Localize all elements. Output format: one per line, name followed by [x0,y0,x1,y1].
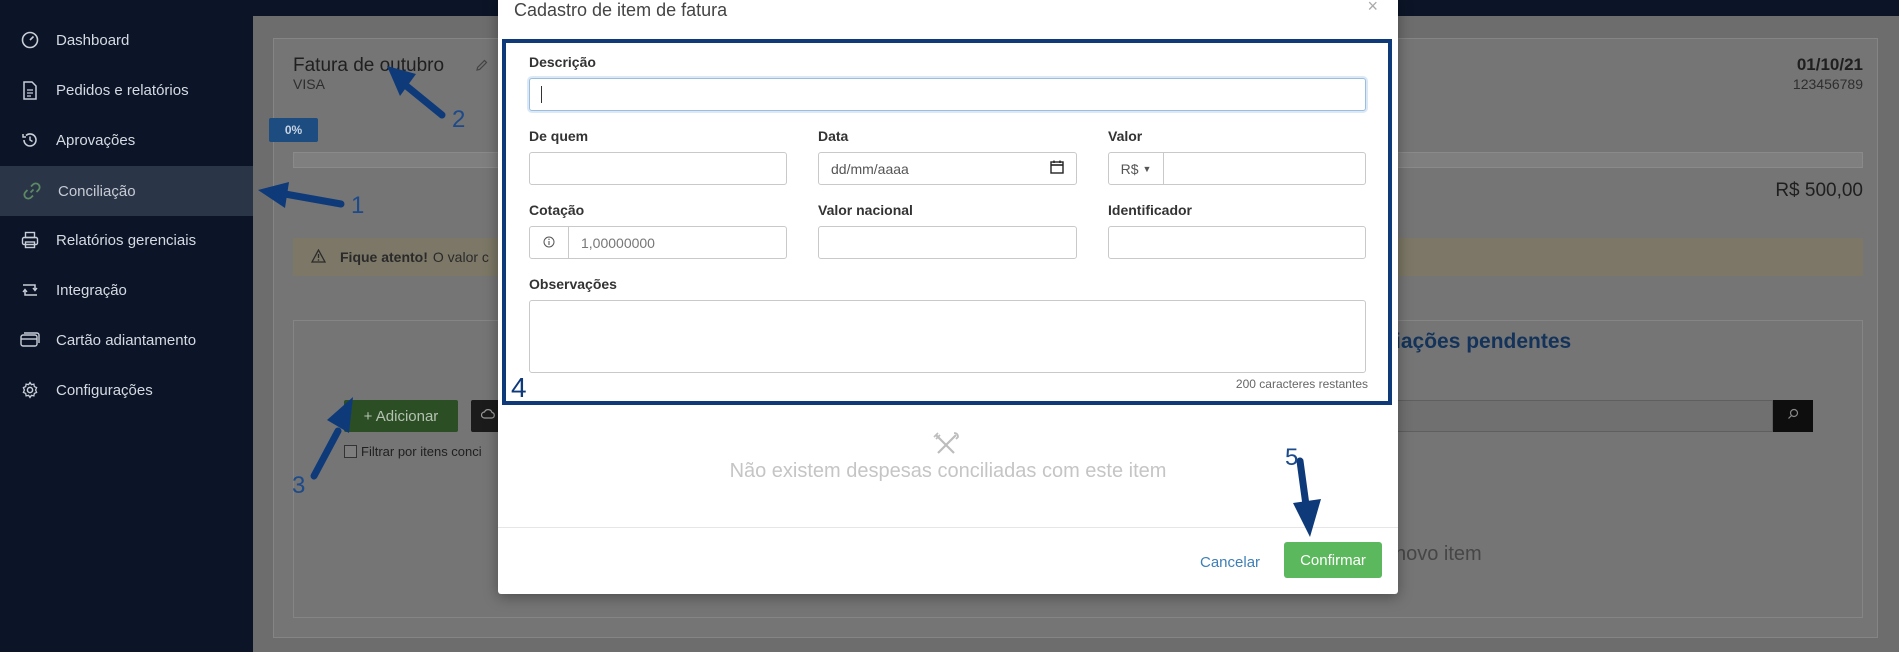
annotation-arrow-1 [258,182,345,208]
confirm-button[interactable]: Confirmar [1284,542,1382,578]
sidebar-item-cartao[interactable]: Cartão adiantamento [0,315,253,365]
annotation-number-3: 3 [292,472,306,499]
annotation-arrow-2 [387,66,446,119]
new-item-text: novo item [1395,543,1482,565]
annotation-box-4 [502,39,1392,405]
gear-icon [20,380,40,400]
document-icon [20,80,40,100]
sidebar-item-configuracoes[interactable]: Configurações [0,365,253,415]
invoice-amount: R$ 500,00 [1775,180,1863,201]
sync-icon [20,280,40,300]
sidebar-item-integracao[interactable]: Integração [0,265,253,315]
sidebar-item-label: Integração [56,281,127,299]
invoice-number: 123456789 [1792,76,1863,92]
modal-footer-divider [498,527,1398,528]
modal-title: Cadastro de item de fatura [514,0,728,20]
sidebar-item-conciliacao[interactable]: Conciliação [0,166,253,216]
invoice-item-modal: Cadastro de item de fatura × Descrição D… [498,0,1398,594]
sidebar-item-dashboard[interactable]: Dashboard [0,15,253,65]
progress-badge: 0% [269,118,318,142]
sidebar: Dashboard Pedidos e relatórios Aprovaçõe… [0,0,253,652]
sidebar-item-aprovacoes[interactable]: Aprovações [0,115,253,165]
pending-title: iações pendentes [1395,330,1572,353]
sidebar-item-label: Configurações [56,381,153,399]
annotation-number-1: 1 [351,192,365,219]
card-icon [20,330,40,350]
invoice-date: 01/10/21 [1796,55,1863,74]
sidebar-item-label: Aprovações [56,131,136,149]
sidebar-item-label: Dashboard [56,31,130,49]
empty-state-text: Não existem despesas conciliadas com est… [729,460,1167,482]
warning-text: O valor c [432,249,489,265]
sidebar-item-label: Cartão adiantamento [56,331,197,349]
cancel-button[interactable]: Cancelar [1200,554,1260,571]
cloud-upload-icon [480,407,495,425]
annotation-number-2: 2 [452,106,466,133]
invoice-card-brand: VISA [293,76,325,92]
pencil-icon[interactable] [475,58,489,77]
pending-search-input[interactable] [1395,400,1773,432]
annotation-number-4: 4 [511,372,527,403]
close-icon[interactable]: × [1367,0,1378,17]
utensils-icon [933,432,959,461]
pending-search-button[interactable] [1773,400,1813,432]
link-icon [22,181,42,201]
search-icon [1787,407,1799,425]
sidebar-item-relatorios[interactable]: Relatórios gerenciais [0,215,253,265]
filter-label: Filtrar por itens conci [361,444,482,459]
warning-icon [310,248,327,266]
annotation-number-5: 5 [1285,444,1299,471]
sidebar-item-label: Pedidos e relatórios [56,81,189,99]
annotation-arrow-3 [310,397,353,480]
printer-icon [20,230,40,250]
sidebar-item-pedidos[interactable]: Pedidos e relatórios [0,65,253,115]
dashboard-icon [20,30,40,50]
history-icon [20,130,40,150]
sidebar-item-label: Conciliação [58,182,136,200]
sidebar-item-label: Relatórios gerenciais [56,231,197,249]
warning-title: Fique atento! [340,249,428,265]
